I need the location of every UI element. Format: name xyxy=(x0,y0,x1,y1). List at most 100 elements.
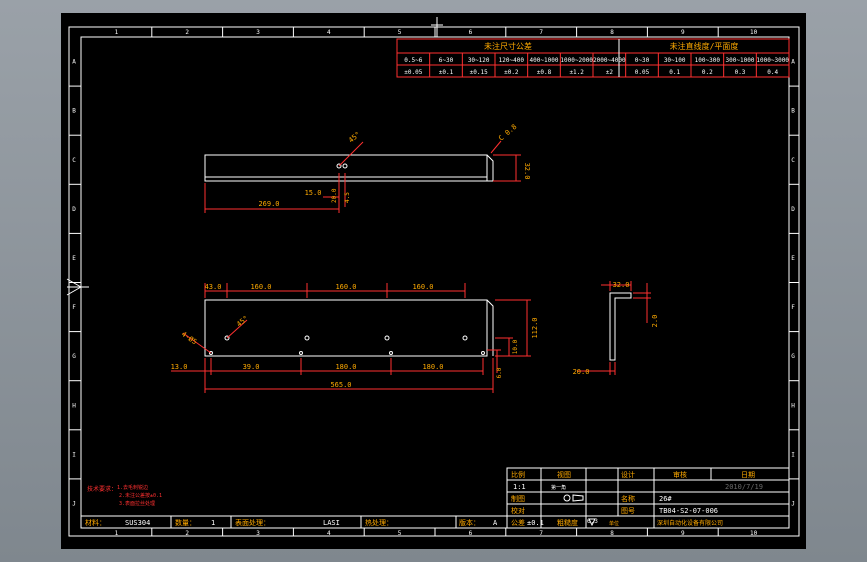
zone-col-label: 8 xyxy=(610,29,614,36)
inner-frame xyxy=(80,36,790,529)
tol-range-cell: 30~120 xyxy=(468,57,490,64)
zone-row-label: E xyxy=(791,255,795,262)
zone-labels: 1 1 2 2 3 3 4 4 5 5 6 6 7 7 8 8 9 9 10 10 A A B B C C D D E E F F G G H H I I… xyxy=(72,29,795,537)
technical-notes: 技术要求： 1.去毛刺锐边 2.未注公差按±0.1 3.表面拉丝处理 xyxy=(87,484,162,507)
dim-side-bottom: 20.0 xyxy=(573,368,590,376)
tb-qty: 1 xyxy=(211,519,215,527)
front-view[interactable]: 43.0 160.0 160.0 160.0 13.0 39.0 180.0 1… xyxy=(171,283,539,393)
tb-review-label: 审核 xyxy=(673,470,687,479)
outer-frame xyxy=(68,26,800,537)
dim-front-h3: 6.0 xyxy=(496,367,503,378)
dim-front-b1: 13.0 xyxy=(171,363,188,371)
tb-drawn-label: 制图 xyxy=(511,494,525,503)
tb-unit-label: 单位 xyxy=(609,520,619,527)
tol-value-cell: ±1.2 xyxy=(569,69,584,76)
tol-value-cell: ±0.2 xyxy=(504,69,519,76)
zone-row-label: B xyxy=(791,108,795,115)
zone-col-label: 2 xyxy=(185,530,189,537)
top-view-leader xyxy=(338,141,364,167)
top-view[interactable]: 269.0 15.0 32.0 C 0.8 45° 20.0 4.5 xyxy=(204,123,531,213)
zone-col-label: 3 xyxy=(256,29,260,36)
zone-row-label: C xyxy=(72,157,76,164)
top-view-hole-2 xyxy=(342,163,348,169)
top-view-chamfer xyxy=(486,154,494,182)
zone-row-label: E xyxy=(72,255,76,262)
side-view[interactable]: 32.0 2.0 20.0 xyxy=(573,281,659,376)
angular-tol-title: 未注直线度/平面度 xyxy=(670,41,739,51)
tb-date-label: 日期 xyxy=(741,471,755,479)
zone-row-label: C xyxy=(791,157,795,164)
tb-heat-label: 热处理： xyxy=(365,518,393,527)
notes-line-3: 3.表面拉丝处理 xyxy=(119,500,155,507)
dim-front-s2: 160.0 xyxy=(250,283,271,291)
zone-col-label: 3 xyxy=(256,530,260,537)
tb-surface-label: 表面处理： xyxy=(235,518,270,527)
dim-front-s3: 160.0 xyxy=(335,283,356,291)
zone-row-label: H xyxy=(72,402,76,409)
dim-side-side: 2.0 xyxy=(651,315,659,328)
dim-front-angle: 45° xyxy=(235,314,250,328)
zone-ticks xyxy=(69,27,799,536)
tol-value-cell: ±0.15 xyxy=(470,69,488,76)
zone-col-label: 7 xyxy=(539,530,543,537)
dim-front-b4: 180.0 xyxy=(422,363,443,371)
front-view-holes xyxy=(209,335,485,355)
tb-qty-label: 数量： xyxy=(175,518,196,527)
dim-top-angle: 45° xyxy=(347,130,362,144)
tb-material: SUS304 xyxy=(125,519,150,527)
tol-range-cell: 0~30 xyxy=(635,57,650,64)
zone-row-label: F xyxy=(72,304,76,311)
tol-range-cell: 300~1000 xyxy=(726,57,755,64)
zone-col-label: 9 xyxy=(681,530,685,537)
tb-tol-label: 公差 xyxy=(511,518,525,527)
tb-num: TB04-S2-07-006 xyxy=(659,507,718,515)
tol-value-cell: ±0.1 xyxy=(439,69,454,76)
linear-tol-title: 未注尺寸公差 xyxy=(484,41,532,51)
tol-range-cell: 2000~4000 xyxy=(593,57,626,64)
zone-row-label: B xyxy=(72,108,76,115)
zone-col-label: 2 xyxy=(185,29,189,36)
dim-side-top: 32.0 xyxy=(613,281,630,289)
dim-top-v2: 4.5 xyxy=(344,192,351,203)
tol-range-cell: 1000~2000 xyxy=(560,57,593,64)
tb-rev-label: 版本： xyxy=(459,518,480,527)
projection-symbol xyxy=(563,494,584,502)
tb-date: 2010/7/19 xyxy=(725,483,763,491)
tb-view-label: 视图 xyxy=(557,470,571,479)
dim-front-overall: 565.0 xyxy=(330,381,351,389)
dim-top-hole-offset: 15.0 xyxy=(305,189,322,197)
dim-front-dia: 4-Ø5 xyxy=(180,330,198,346)
zone-row-label: A xyxy=(72,59,76,66)
dim-front-b3: 180.0 xyxy=(335,363,356,371)
tolerance-table: 未注尺寸公差 未注直线度/平面度 0.5~6 6~30 30~120 120~400 4… xyxy=(396,38,790,78)
tol-range-cell: 0.5~6 xyxy=(404,57,422,64)
dim-front-s1: 43.0 xyxy=(205,283,222,291)
tb-name-label: 名称 xyxy=(621,494,635,503)
zone-col-label: 5 xyxy=(398,530,402,537)
tol-range-cell: 100~300 xyxy=(695,57,721,64)
side-view-dimension-lines xyxy=(577,281,651,375)
zone-col-label: 8 xyxy=(610,530,614,537)
tol-value-cell: 0.1 xyxy=(669,69,680,76)
zone-row-label: D xyxy=(72,206,76,213)
tb-view-note: 第一角 xyxy=(551,484,566,491)
tol-range-cell: 30~100 xyxy=(664,57,686,64)
drawing-canvas[interactable]: 1 1 2 2 3 3 4 4 5 5 6 6 7 7 8 8 9 9 10 10 A A B B C C D D E E F F G G H H I I… xyxy=(61,13,806,549)
zone-row-label: I xyxy=(72,451,76,458)
front-view-flange xyxy=(486,299,494,356)
tb-name: 26# xyxy=(659,495,672,503)
zone-row-label: G xyxy=(72,353,76,360)
tol-range-cell: 1000~3000 xyxy=(756,57,789,64)
tb-design-label: 设计 xyxy=(621,470,635,479)
zone-row-label: H xyxy=(791,402,795,409)
zone-col-label: 10 xyxy=(750,530,758,537)
tol-value-cell: ±0.05 xyxy=(404,69,422,76)
tb-scale-label: 比例 xyxy=(511,470,525,479)
zone-row-label: G xyxy=(791,353,795,360)
notes-title: 技术要求： xyxy=(87,485,117,493)
zone-row-label: A xyxy=(791,59,795,66)
zone-row-label: F xyxy=(791,304,795,311)
tol-value-cell: 0.4 xyxy=(767,69,778,76)
front-view-outline xyxy=(204,299,488,357)
side-view-outline xyxy=(609,292,632,361)
